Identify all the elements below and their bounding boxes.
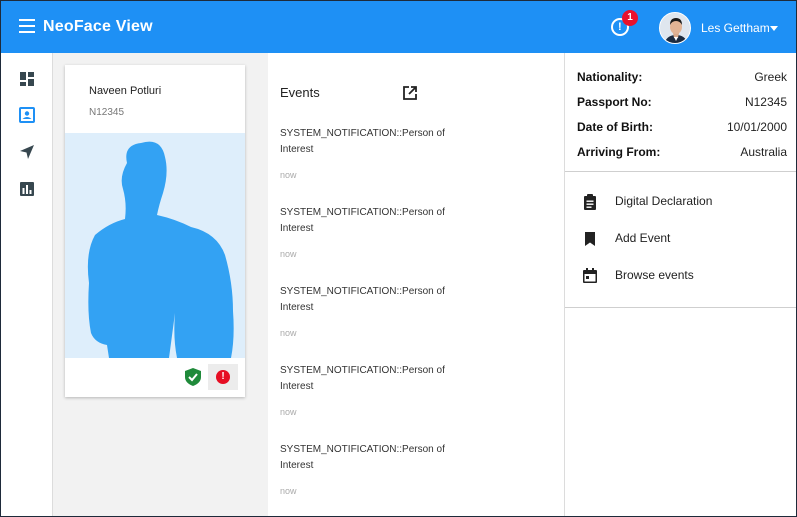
menu-icon[interactable] — [19, 19, 35, 33]
event-item[interactable]: SYSTEM_NOTIFICATION::Person of Interest … — [280, 126, 470, 180]
nationality-row: Nationality: Greek — [577, 70, 787, 88]
clipboard-icon — [584, 194, 596, 210]
event-text: SYSTEM_NOTIFICATION::Person of Interest — [280, 207, 445, 234]
chevron-down-icon[interactable] — [770, 26, 778, 31]
person-badge-icon[interactable] — [16, 104, 38, 126]
arriving-row: Arriving From: Australia — [577, 145, 787, 163]
add-event-button[interactable]: Add Event — [581, 228, 791, 250]
event-item[interactable]: SYSTEM_NOTIFICATION::Person of Interest … — [280, 284, 470, 338]
alert-icon: ! — [216, 370, 230, 384]
event-text: SYSTEM_NOTIFICATION::Person of Interest — [280, 128, 445, 155]
digital-declaration-button[interactable]: Digital Declaration — [581, 191, 791, 213]
divider — [565, 307, 796, 308]
event-time: now — [280, 407, 297, 417]
event-item[interactable]: SYSTEM_NOTIFICATION::Person of Interest … — [280, 363, 470, 417]
notification-badge: 1 — [622, 10, 638, 26]
person-silhouette-image — [65, 133, 245, 358]
event-item[interactable]: SYSTEM_NOTIFICATION::Person of Interest … — [280, 442, 470, 496]
dob-label: Date of Birth: — [577, 120, 653, 134]
bar-chart-icon[interactable] — [16, 178, 38, 200]
avatar[interactable] — [659, 12, 691, 44]
add-event-label: Add Event — [615, 231, 671, 245]
dob-row: Date of Birth: 10/01/2000 — [577, 120, 787, 138]
alert-button[interactable]: ! — [208, 364, 238, 390]
event-time: now — [280, 170, 297, 180]
event-time: now — [280, 249, 297, 259]
nationality-label: Nationality: — [577, 70, 643, 84]
app-bar: NeoFace View ! 1 Les Gettham — [1, 1, 796, 53]
bookmark-icon — [585, 232, 595, 246]
shield-check-icon — [185, 368, 201, 386]
passport-value: N12345 — [744, 95, 787, 109]
divider — [565, 171, 796, 172]
app-title: NeoFace View — [43, 18, 153, 35]
nav-rail — [1, 53, 53, 516]
event-text: SYSTEM_NOTIFICATION::Person of Interest — [280, 286, 445, 313]
arriving-value: Australia — [740, 145, 787, 159]
open-in-new-icon[interactable] — [402, 85, 418, 101]
person-card[interactable]: Naveen Potluri N12345 ! — [65, 65, 245, 397]
alert-icon: ! — [618, 21, 622, 33]
arriving-label: Arriving From: — [577, 145, 661, 159]
navigation-icon[interactable] — [16, 141, 38, 163]
passport-row: Passport No: N12345 — [577, 95, 787, 113]
browse-events-button[interactable]: Browse events — [581, 265, 791, 287]
person-id: N12345 — [89, 107, 125, 118]
traveller-details-panel: Nationality: Greek Passport No: N12345 D… — [564, 53, 796, 516]
event-item[interactable]: SYSTEM_NOTIFICATION::Person of Interest … — [280, 205, 470, 259]
person-name: Naveen Potluri — [89, 85, 162, 97]
passport-label: Passport No: — [577, 95, 652, 109]
digital-declaration-label: Digital Declaration — [615, 194, 713, 208]
event-text: SYSTEM_NOTIFICATION::Person of Interest — [280, 365, 445, 392]
dob-value: 10/01/2000 — [726, 120, 787, 134]
dashboard-icon[interactable] — [16, 68, 38, 90]
events-title: Events — [280, 85, 320, 100]
event-time: now — [280, 328, 297, 338]
app-window: NeoFace View ! 1 Les Gettham Naveen Potl… — [0, 0, 797, 517]
main-content: Naveen Potluri N12345 ! Events SYSTEM_NO… — [53, 53, 563, 516]
calendar-icon — [583, 268, 597, 283]
event-time: now — [280, 486, 297, 496]
browse-events-label: Browse events — [615, 268, 694, 282]
nationality-value: Greek — [754, 70, 787, 84]
event-text: SYSTEM_NOTIFICATION::Person of Interest — [280, 444, 445, 471]
user-name[interactable]: Les Gettham — [701, 21, 770, 35]
events-panel: Events SYSTEM_NOTIFICATION::Person of In… — [268, 53, 563, 516]
